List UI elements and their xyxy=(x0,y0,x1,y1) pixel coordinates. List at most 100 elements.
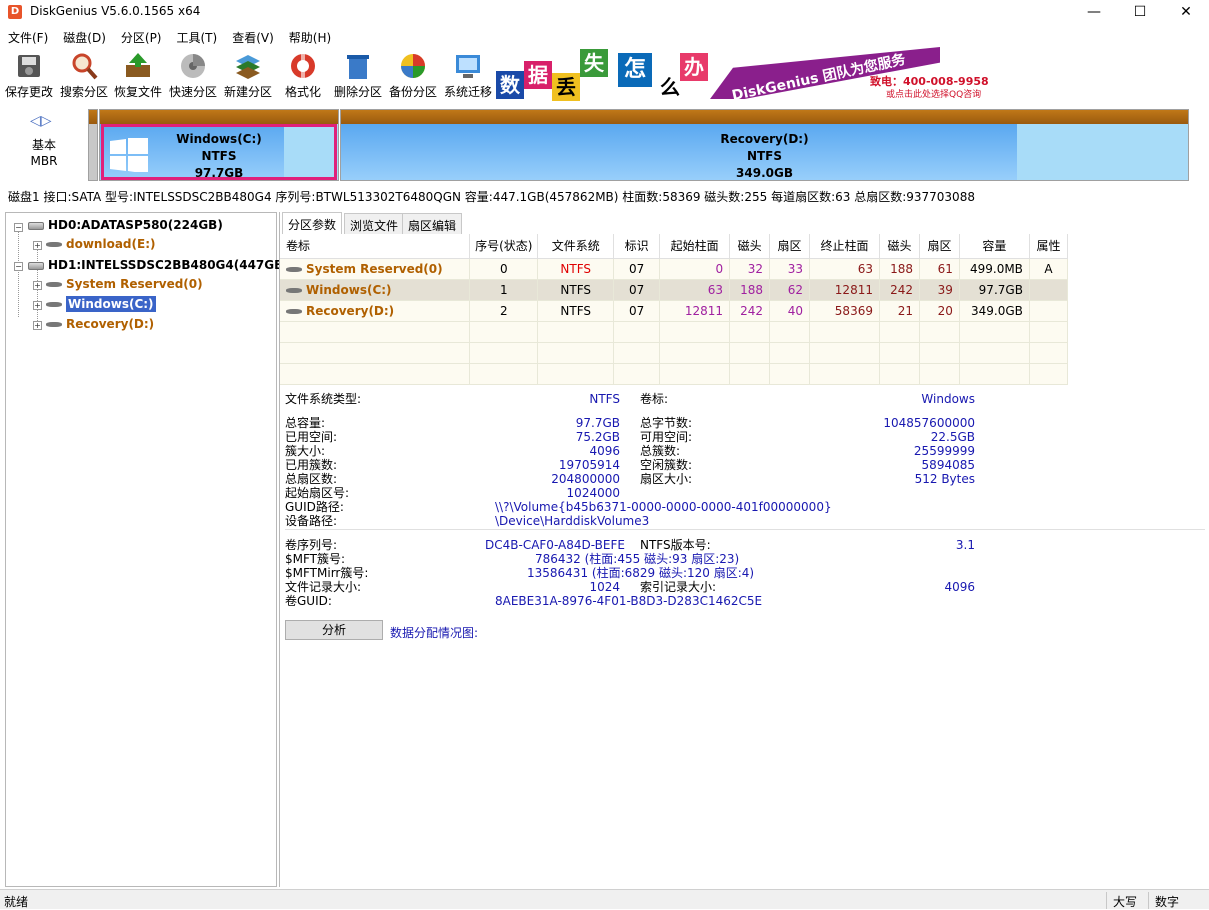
col-end-cylinder[interactable]: 终止柱面 xyxy=(809,234,880,259)
format-button[interactable]: 格式化 xyxy=(276,46,330,102)
free-space-label: 可用空间: xyxy=(640,430,693,444)
col-start-head[interactable]: 磁头 xyxy=(729,234,771,259)
caps-lock-indicator: 大写 xyxy=(1106,892,1143,909)
tree-item-windows-c[interactable]: Windows(C:) xyxy=(46,296,156,312)
fs-type-value: NTFS xyxy=(589,392,620,406)
cell-end-sector: 39 xyxy=(919,279,960,301)
tab-browse-files[interactable]: 浏览文件 xyxy=(344,213,405,234)
new-partition-icon xyxy=(233,51,263,81)
tab-partition-params[interactable]: 分区参数 xyxy=(282,212,343,234)
cell-index: 2 xyxy=(469,300,539,322)
expand-download-icon[interactable]: + xyxy=(33,241,42,250)
info-divider xyxy=(285,529,1205,530)
cell-attribute xyxy=(1029,279,1069,301)
partition-d-fs: NTFS xyxy=(746,149,783,163)
collapse-hd0-icon[interactable]: − xyxy=(14,223,23,232)
cell-end-sector: 20 xyxy=(919,300,960,322)
disk-nav-arrows[interactable]: ◁▷ xyxy=(30,113,52,129)
close-button[interactable]: ✕ xyxy=(1163,0,1209,24)
tree-item-download-e[interactable]: download(E:) xyxy=(46,237,155,251)
table-row-empty xyxy=(280,321,1069,343)
col-start-sector[interactable]: 扇区 xyxy=(769,234,811,259)
banner-qq-link[interactable]: 或点击此处选择QQ咨询 xyxy=(886,87,981,100)
minimize-button[interactable]: — xyxy=(1071,0,1117,24)
table-row-empty xyxy=(280,363,1069,385)
col-attribute[interactable]: 属性 xyxy=(1029,234,1069,259)
banner-char: 据 xyxy=(524,61,552,89)
start-sector-label: 起始扇区号: xyxy=(285,486,350,500)
cell-volume-label: Recovery(D:) xyxy=(280,300,471,322)
search-partition-button[interactable]: 搜索分区 xyxy=(57,46,111,102)
partition-windows-c[interactable]: Windows(C:) NTFS 97.7GB xyxy=(99,109,339,181)
cell-end-cylinder: 63 xyxy=(809,258,880,280)
tab-sector-edit[interactable]: 扇区编辑 xyxy=(402,213,463,234)
total-bytes-label: 总字节数: xyxy=(640,416,693,430)
cell-volume-label: System Reserved(0) xyxy=(280,258,471,280)
menu-disk[interactable]: 磁盘(D) xyxy=(55,26,113,46)
save-changes-button[interactable]: 保存更改 xyxy=(2,46,56,102)
disk-tree: − HD0:ADATASP580(224GB) + download(E:) −… xyxy=(5,212,289,887)
menu-file[interactable]: 文件(F) xyxy=(0,26,55,46)
analyze-button[interactable]: 分析 xyxy=(285,620,383,640)
tree-item-hd0[interactable]: HD0:ADATASP580(224GB) xyxy=(28,218,223,232)
expand-recovery-icon[interactable]: + xyxy=(33,321,42,330)
col-start-cylinder[interactable]: 起始柱面 xyxy=(659,234,731,259)
partition-icon xyxy=(286,287,302,293)
cell-id: 07 xyxy=(613,279,661,301)
volume-guid-value: 8AEBE31A-8976-4F01-B8D3-D283C1462C5E xyxy=(495,594,763,608)
unallocated-space[interactable] xyxy=(88,109,98,181)
sector-size-value: 512 Bytes xyxy=(914,472,975,486)
table-row[interactable]: System Reserved(0) 0 NTFS 07 0 32 33 63 … xyxy=(280,258,1069,280)
col-index[interactable]: 序号(状态) xyxy=(469,234,539,259)
system-migrate-button[interactable]: 系统迁移 xyxy=(441,46,495,102)
cell-filesystem: NTFS xyxy=(537,258,615,280)
col-volume-label[interactable]: 卷标 xyxy=(280,234,471,259)
menu-tools[interactable]: 工具(T) xyxy=(169,26,225,46)
backup-partition-button[interactable]: 备份分区 xyxy=(386,46,440,102)
table-row-selected[interactable]: Windows(C:) 1 NTFS 07 63 188 62 12811 24… xyxy=(280,279,1069,301)
expand-system-reserved-icon[interactable]: + xyxy=(33,281,42,290)
cell-id: 07 xyxy=(613,258,661,280)
restore-files-button[interactable]: 恢复文件 xyxy=(111,46,165,102)
banner-promo: DiskGenius 团队为您服务 致电：400-008-9958 或点击此处选… xyxy=(710,47,996,101)
cell-id: 07 xyxy=(613,300,661,322)
col-filesystem[interactable]: 文件系统 xyxy=(537,234,615,259)
quick-partition-button[interactable]: 快速分区 xyxy=(166,46,220,102)
cell-end-head: 242 xyxy=(879,279,920,301)
index-record-size-value: 4096 xyxy=(944,580,975,594)
tree-item-hd0-label: HD0:ADATASP580(224GB) xyxy=(48,218,223,232)
new-partition-button[interactable]: 新建分区 xyxy=(221,46,275,102)
restore-icon xyxy=(123,51,153,81)
tree-item-hd1[interactable]: HD1:INTELSSDSC2BB480G4(447GB) xyxy=(28,258,289,272)
search-partition-label: 搜索分区 xyxy=(59,85,108,99)
col-capacity[interactable]: 容量 xyxy=(959,234,1030,259)
backup-partition-label: 备份分区 xyxy=(388,85,437,99)
col-id[interactable]: 标识 xyxy=(613,234,661,259)
cell-start-sector: 33 xyxy=(769,258,811,280)
disk-type-line2: MBR xyxy=(30,154,58,168)
part-body xyxy=(89,124,97,180)
cell-volume-label-text: Recovery(D:) xyxy=(306,303,395,318)
menu-view[interactable]: 查看(V) xyxy=(224,26,281,46)
table-row[interactable]: Recovery(D:) 2 NTFS 07 12811 242 40 5836… xyxy=(280,300,1069,322)
cell-index: 0 xyxy=(469,258,539,280)
collapse-hd1-icon[interactable]: − xyxy=(14,262,23,271)
maximize-button[interactable]: ☐ xyxy=(1117,0,1163,24)
col-end-sector[interactable]: 扇区 xyxy=(919,234,960,259)
delete-partition-button[interactable]: 删除分区 xyxy=(331,46,385,102)
partition-c-name: Windows(C:) xyxy=(176,132,262,146)
promo-banner[interactable]: 数 据 丢 失 怎 么 办 DiskGenius 团队为您服务 致电：400-0… xyxy=(496,47,996,101)
tab-bar: 分区参数 浏览文件 扇区编辑 xyxy=(280,212,1209,234)
tree-item-system-reserved[interactable]: System Reserved(0) xyxy=(46,277,203,291)
menu-help[interactable]: 帮助(H) xyxy=(281,26,338,46)
fs-type-label: 文件系统类型: xyxy=(285,392,362,406)
partition-c-size: 97.7GB xyxy=(194,166,244,180)
total-clusters-label: 总簇数: xyxy=(640,444,681,458)
menu-partition[interactable]: 分区(P) xyxy=(113,26,169,46)
col-end-head[interactable]: 磁头 xyxy=(879,234,920,259)
tree-item-recovery-d[interactable]: Recovery(D:) xyxy=(46,317,154,331)
expand-windows-icon[interactable]: + xyxy=(33,301,42,310)
cell-start-cylinder: 12811 xyxy=(659,300,731,322)
partition-recovery-d[interactable]: Recovery(D:) NTFS 349.0GB xyxy=(340,109,1189,181)
num-lock-indicator: 数字 xyxy=(1148,892,1185,909)
